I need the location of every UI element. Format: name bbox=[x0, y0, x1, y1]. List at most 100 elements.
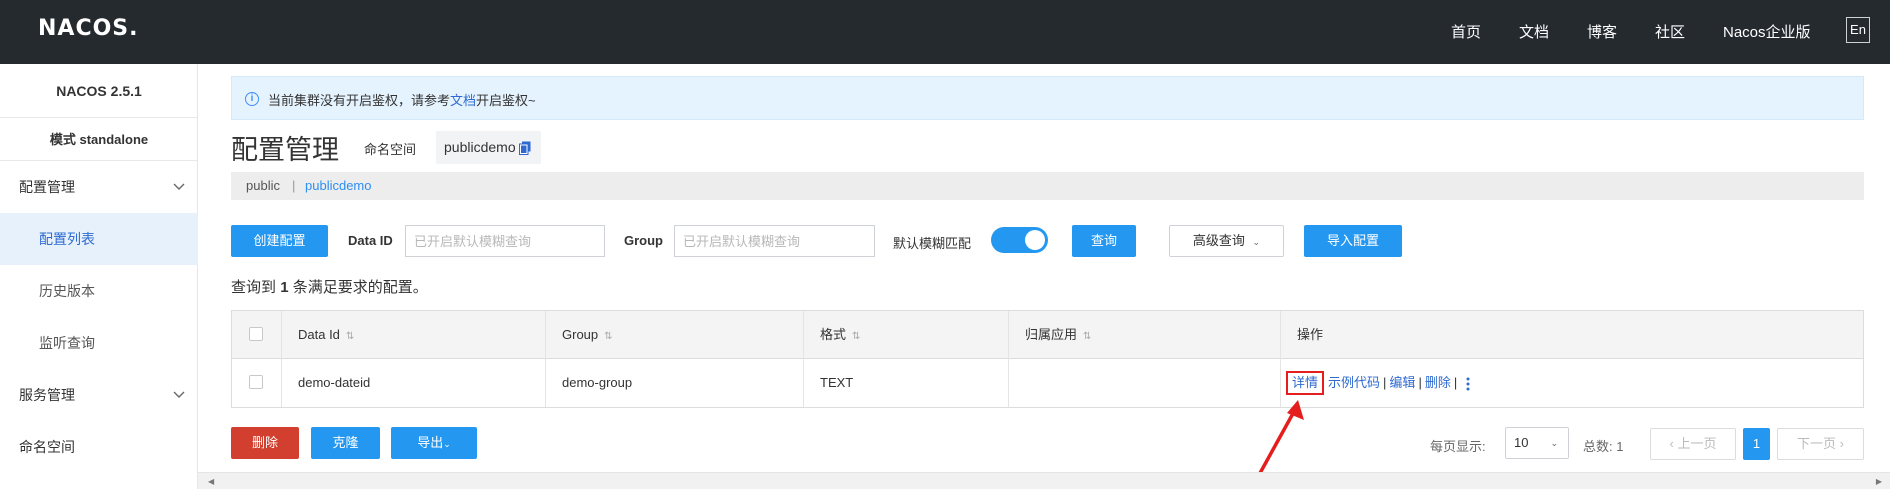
notice-suffix: 开启鉴权~ bbox=[476, 93, 536, 108]
notice-text: 当前集群没有开启鉴权，请参考文档开启鉴权~ bbox=[268, 90, 536, 109]
nacos-logo[interactable]: NACOS. bbox=[38, 16, 139, 41]
per-page-label: 每页显示: bbox=[1430, 439, 1486, 454]
cell-group: demo-group bbox=[562, 375, 633, 390]
create-config-button[interactable]: 创建配置 bbox=[231, 225, 328, 257]
nav-enterprise[interactable]: Nacos企业版 bbox=[1723, 21, 1811, 42]
select-all-checkbox[interactable] bbox=[249, 327, 263, 341]
scroll-right-icon[interactable]: ▶ bbox=[1876, 477, 1882, 486]
language-switch-button[interactable]: En bbox=[1846, 17, 1870, 43]
group-label: Group bbox=[624, 233, 663, 248]
fuzzy-match-toggle[interactable] bbox=[991, 227, 1048, 253]
column-divider bbox=[281, 311, 282, 407]
cell-format: TEXT bbox=[820, 375, 854, 390]
column-group[interactable]: Group ⇅ bbox=[562, 311, 613, 359]
query-button[interactable]: 查询 bbox=[1072, 225, 1136, 257]
next-page-button[interactable]: 下一页 › bbox=[1777, 428, 1864, 460]
page-number-current[interactable]: 1 bbox=[1743, 428, 1770, 460]
sample-code-link[interactable]: 示例代码 bbox=[1328, 375, 1380, 390]
result-count: 1 bbox=[280, 279, 289, 296]
column-label: Data Id bbox=[298, 327, 340, 342]
namespace-label: 命名空间 bbox=[364, 142, 417, 157]
column-divider bbox=[1008, 311, 1009, 407]
delete-link[interactable]: 删除 bbox=[1425, 375, 1451, 390]
sidebar-mode: 模式 standalone bbox=[0, 118, 198, 161]
namespace-public-link[interactable]: public bbox=[246, 178, 280, 193]
nav-blog[interactable]: 博客 bbox=[1587, 21, 1617, 42]
result-suffix: 条满足要求的配置。 bbox=[292, 279, 428, 296]
sidebar-item-label: 监听查询 bbox=[39, 335, 95, 351]
chevron-down-icon bbox=[172, 161, 186, 213]
op-separator: | bbox=[1418, 375, 1422, 390]
namespace-separator: | bbox=[292, 178, 296, 193]
cell-data-id: demo-dateid bbox=[298, 375, 371, 390]
more-vertical-icon[interactable] bbox=[1466, 377, 1470, 391]
sidebar-item-label: 历史版本 bbox=[39, 283, 95, 299]
sort-icon[interactable]: ⇅ bbox=[604, 331, 612, 342]
total-label: 总数: 1 bbox=[1583, 436, 1623, 455]
nav-home[interactable]: 首页 bbox=[1451, 21, 1481, 42]
column-divider bbox=[803, 311, 804, 407]
column-data-id[interactable]: Data Id ⇅ bbox=[298, 311, 354, 359]
clone-button[interactable]: 克隆 bbox=[311, 427, 380, 459]
sidebar-item-namespace[interactable]: 命名空间 bbox=[0, 421, 198, 473]
prev-label: 上一页 bbox=[1677, 436, 1717, 451]
toggle-knob bbox=[1025, 230, 1045, 250]
sidebar-item-config-list[interactable]: 配置列表 bbox=[0, 213, 198, 265]
group-search-input[interactable] bbox=[674, 225, 875, 257]
sidebar-item-label: 服务管理 bbox=[19, 387, 75, 403]
edit-link[interactable]: 编辑 bbox=[1389, 375, 1415, 390]
batch-delete-button[interactable]: 删除 bbox=[231, 427, 299, 459]
result-summary: 查询到 1 条满足要求的配置。 bbox=[231, 276, 428, 297]
row-checkbox[interactable] bbox=[249, 375, 263, 389]
op-separator: | bbox=[1383, 375, 1387, 390]
sidebar-item-listener-query[interactable]: 监听查询 bbox=[0, 317, 198, 369]
chevron-down-icon: ⌄ bbox=[1252, 237, 1261, 247]
export-button[interactable]: 导出⌄ bbox=[391, 427, 477, 459]
column-label: 归属应用 bbox=[1025, 327, 1078, 342]
info-icon: i bbox=[245, 92, 259, 106]
sidebar: NACOS 2.5.1 模式 standalone 配置管理 配置列表 历史版本… bbox=[0, 64, 198, 489]
advanced-query-label: 高级查询 bbox=[1192, 233, 1245, 248]
copy-icon[interactable] bbox=[519, 141, 531, 155]
chevron-down-icon: ⌄ bbox=[443, 439, 451, 449]
horizontal-scrollbar[interactable]: ◀ ▶ bbox=[198, 472, 1890, 489]
column-actions: 操作 bbox=[1297, 327, 1324, 342]
chevron-left-icon: ‹ bbox=[1669, 436, 1674, 451]
sort-icon[interactable]: ⇅ bbox=[852, 331, 860, 342]
namespace-bar: public | publicdemo bbox=[231, 172, 1864, 200]
per-page-select[interactable]: 10 ⌄ bbox=[1505, 427, 1569, 459]
top-navbar: NACOS. 首页 文档 博客 社区 Nacos企业版 En bbox=[0, 0, 1890, 64]
nav-docs[interactable]: 文档 bbox=[1519, 21, 1549, 42]
sidebar-item-config-management[interactable]: 配置管理 bbox=[0, 161, 198, 213]
nav-community[interactable]: 社区 bbox=[1655, 21, 1685, 42]
sidebar-item-service-management[interactable]: 服务管理 bbox=[0, 369, 198, 421]
namespace-chip: publicdemo bbox=[436, 131, 541, 164]
sort-icon[interactable]: ⇅ bbox=[1083, 331, 1091, 342]
scroll-left-icon[interactable]: ◀ bbox=[208, 477, 214, 486]
detail-link[interactable]: 详情 bbox=[1292, 375, 1318, 390]
column-format[interactable]: 格式 ⇅ bbox=[820, 311, 860, 359]
auth-notice: i 当前集群没有开启鉴权，请参考文档开启鉴权~ bbox=[231, 76, 1864, 120]
column-divider bbox=[545, 311, 546, 407]
result-prefix: 查询到 bbox=[231, 279, 277, 296]
column-divider bbox=[1280, 311, 1281, 407]
notice-docs-link[interactable]: 文档 bbox=[450, 93, 476, 108]
notice-prefix: 当前集群没有开启鉴权，请参考 bbox=[268, 93, 451, 108]
per-page-value: 10 bbox=[1514, 435, 1529, 450]
chevron-down-icon bbox=[172, 369, 186, 421]
advanced-query-button[interactable]: 高级查询 ⌄ bbox=[1169, 225, 1284, 257]
chevron-right-icon: › bbox=[1839, 436, 1844, 451]
dataid-search-input[interactable] bbox=[405, 225, 605, 257]
next-label: 下一页 bbox=[1797, 436, 1837, 451]
table-row: demo-dateid demo-group TEXT 详情 示例代码 | 编辑 | 删除… bbox=[232, 359, 1863, 407]
import-config-button[interactable]: 导入配置 bbox=[1304, 225, 1402, 257]
sidebar-item-label: 配置列表 bbox=[39, 231, 95, 247]
sort-icon[interactable]: ⇅ bbox=[346, 331, 354, 342]
prev-page-button[interactable]: ‹ 上一页 bbox=[1650, 428, 1736, 460]
chevron-down-icon: ⌄ bbox=[1550, 438, 1558, 448]
sidebar-item-history[interactable]: 历史版本 bbox=[0, 265, 198, 317]
page-title: 配置管理 bbox=[231, 135, 339, 165]
namespace-current-link[interactable]: publicdemo bbox=[305, 178, 372, 193]
column-app[interactable]: 归属应用 ⇅ bbox=[1025, 311, 1091, 359]
op-separator: | bbox=[1453, 375, 1458, 390]
